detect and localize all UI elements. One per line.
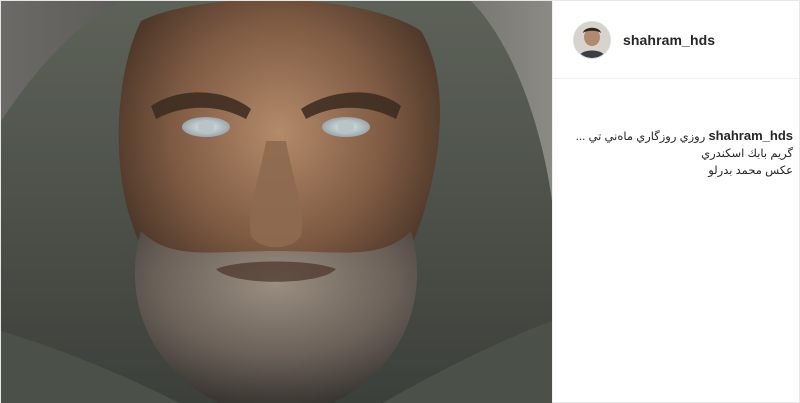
avatar-icon — [574, 21, 610, 58]
caption-line-1: shahram_hds روزي روزگاري ماه‌ني تي ... — [553, 127, 793, 146]
caption-text: روزي روزگاري ماه‌ني تي ... — [575, 131, 706, 143]
caption-line-2: گريم بابك اسكندري — [701, 148, 793, 160]
post-caption: shahram_hds روزي روزگاري ماه‌ني تي ... گ… — [553, 127, 793, 180]
photo-image — [1, 1, 552, 403]
post-username-link[interactable]: shahram_hds — [623, 32, 715, 48]
post-sidebar: shahram_hds shahram_hds روزي روزگاري ماه… — [552, 1, 799, 402]
instagram-post: shahram_hds shahram_hds روزي روزگاري ماه… — [0, 0, 800, 403]
caption-username-link[interactable]: shahram_hds — [708, 128, 793, 143]
post-header: shahram_hds — [553, 1, 799, 79]
user-avatar[interactable] — [573, 20, 611, 59]
caption-line-3: عكس محمد بدرلو — [708, 165, 793, 177]
post-photo[interactable] — [1, 1, 552, 403]
